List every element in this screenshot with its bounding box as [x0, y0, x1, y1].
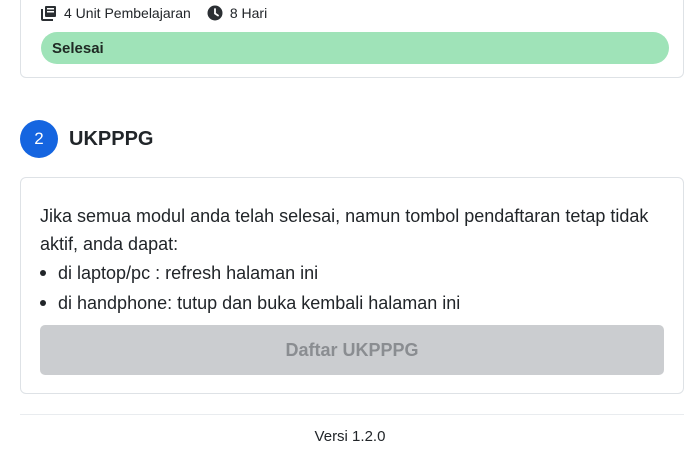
step-number-badge: 2 [20, 120, 58, 158]
step-title: UKPPPG [69, 127, 154, 150]
bullet-icon [40, 270, 46, 276]
step-header: 2 UKPPPG [20, 120, 153, 158]
info-text: Jika semua modul anda telah selesai, nam… [40, 206, 649, 254]
registration-card: Jika semua modul anda telah selesai, nam… [20, 177, 684, 394]
status-badge: Selesai [41, 32, 669, 64]
version-label: Versi 1.2.0 [314, 428, 386, 445]
list-item: di handphone: tutup dan buka kembali hal… [40, 288, 460, 318]
register-ukpppg-button[interactable]: Daftar UKPPPG [40, 325, 664, 375]
footer-divider [20, 414, 684, 415]
clock-icon [207, 5, 223, 21]
instruction-list: di laptop/pc : refresh halaman ini di ha… [40, 258, 460, 318]
units-label: 4 Unit Pembelajaran [64, 5, 191, 21]
duration-info: 8 Hari [207, 5, 267, 21]
list-item-text: di laptop/pc : refresh halaman ini [58, 263, 319, 283]
units-info: 4 Unit Pembelajaran [41, 5, 191, 21]
bullet-icon [40, 300, 46, 306]
module-card: 4 Unit Pembelajaran 8 Hari Selesai [20, 0, 684, 78]
duration-label: 8 Hari [229, 5, 268, 21]
module-meta: 4 Unit Pembelajaran 8 Hari [41, 4, 283, 22]
book-icon [41, 6, 56, 21]
list-item-text: di handphone: tutup dan buka kembali hal… [58, 293, 461, 313]
list-item: di laptop/pc : refresh halaman ini [40, 258, 460, 288]
status-label: Selesai [52, 39, 104, 57]
